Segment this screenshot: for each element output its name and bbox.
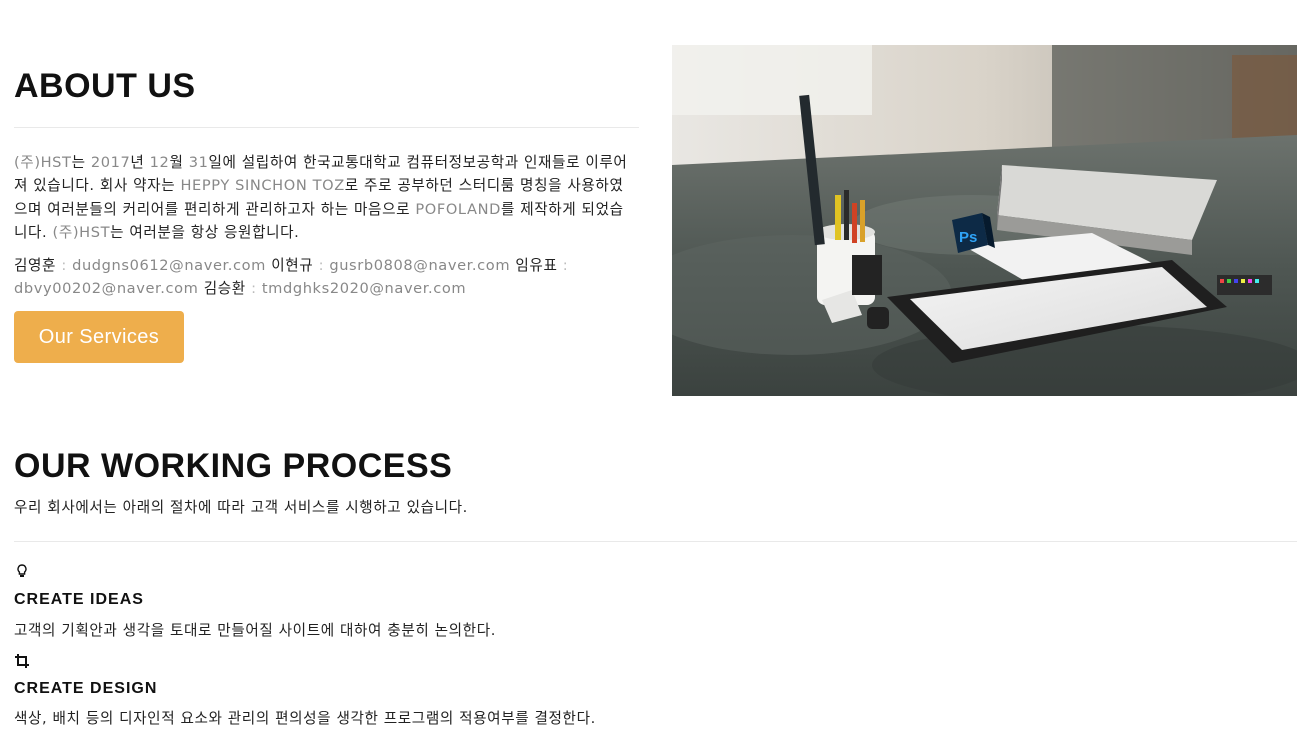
contact-separator: : (557, 257, 569, 274)
about-day: 31 (188, 154, 209, 171)
lightbulb-icon (14, 563, 30, 579)
crop-icon (14, 653, 30, 669)
our-services-button[interactable]: Our Services (14, 311, 184, 363)
about-description: (주)HST는 2017년 12월 31일에 설립하여 한국교통대학교 컴퓨터정… (14, 151, 636, 245)
about-month: 12 (149, 154, 170, 171)
about-section: ABOUT US (14, 60, 639, 112)
contact-name: 김승환 (203, 280, 246, 298)
product-name: POFOLAND (415, 200, 501, 218)
step-description: 고객의 기획안과 생각을 토대로 만들어질 사이트에 대하여 충분히 논의한다. (14, 622, 496, 639)
about-title: ABOUT US (14, 67, 196, 105)
contact-email: tmdghks2020@naver.com (261, 280, 467, 298)
about-text: 월 (169, 154, 189, 171)
about-text: 는 (71, 154, 91, 171)
contact-separator: : (56, 257, 73, 274)
company-acronym: HEPPY SINCHON TOZ (180, 177, 345, 195)
page: ABOUT US (주)HST는 2017년 12월 31일에 설립하여 한국교… (0, 0, 1308, 731)
step-title: CREATE IDEAS (14, 591, 144, 608)
contact-name: 이현규 (271, 257, 314, 274)
contact-email: dbvy00202@naver.com (14, 280, 199, 298)
contact-separator: : (313, 257, 330, 274)
company-name: (주)HST (52, 224, 111, 242)
contact-name: 임유표 (515, 257, 558, 274)
company-name: (주)HST (14, 154, 72, 171)
contact-email: dudgns0612@naver.com (72, 257, 266, 274)
about-divider (14, 127, 639, 128)
process-title: OUR WORKING PROCESS (14, 447, 453, 485)
contact-separator: : (245, 280, 262, 298)
about-text: 는 여러분을 항상 응원합니다. (110, 224, 300, 242)
process-subtitle: 우리 회사에서는 아래의 절차에 따라 고객 서비스를 시행하고 있습니다. (14, 499, 468, 516)
about-text: 년 (130, 154, 150, 171)
contact-list: 김영훈 : dudgns0612@naver.com 이현규 : gusrb08… (14, 254, 636, 301)
svg-text:Ps: Ps (959, 229, 977, 246)
contact-name: 김영훈 (14, 257, 57, 274)
hero-image: Ps (672, 45, 1297, 396)
step-description: 색상, 배치 등의 디자인적 요소와 관리의 편의성을 생각한 프로그램의 적용… (14, 710, 596, 727)
contact-email: gusrb0808@naver.com (329, 257, 511, 274)
process-divider (14, 541, 1297, 542)
about-year: 2017 (90, 154, 131, 171)
step-title: CREATE DESIGN (14, 680, 158, 697)
